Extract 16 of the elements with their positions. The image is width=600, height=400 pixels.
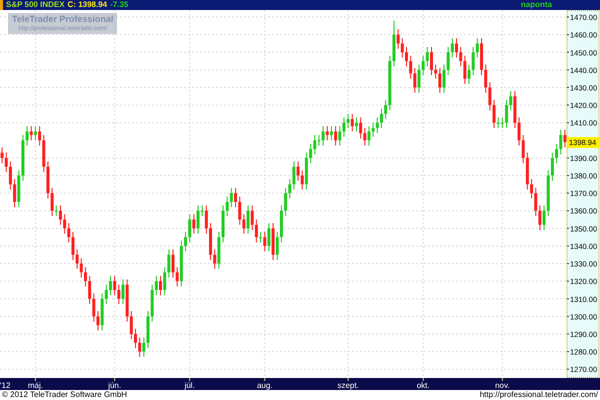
axis-label: jún. [108,381,122,390]
copyright-text: © 2012 TeleTrader Software GmbH [2,390,128,400]
axis-label: júl. [184,381,195,390]
close-price: C: 1398.94 [68,0,108,10]
period-label: naponta [520,0,552,10]
axis-label: aug. [256,381,273,390]
logo-text: TeleTrader Professional [12,14,114,25]
website-link[interactable]: http://professional.teletrader.com/ [480,390,598,400]
axis-label: máj. [28,381,43,390]
price-change: -7.35 [110,0,128,10]
axis-label: szept. [337,381,359,390]
symbol-title: S&P 500 INDEX [6,0,65,10]
axis-label: nov. [495,381,510,390]
marker-icon [0,0,3,10]
axis-label: okt. [416,381,430,390]
axis-label: '12 [0,381,10,390]
